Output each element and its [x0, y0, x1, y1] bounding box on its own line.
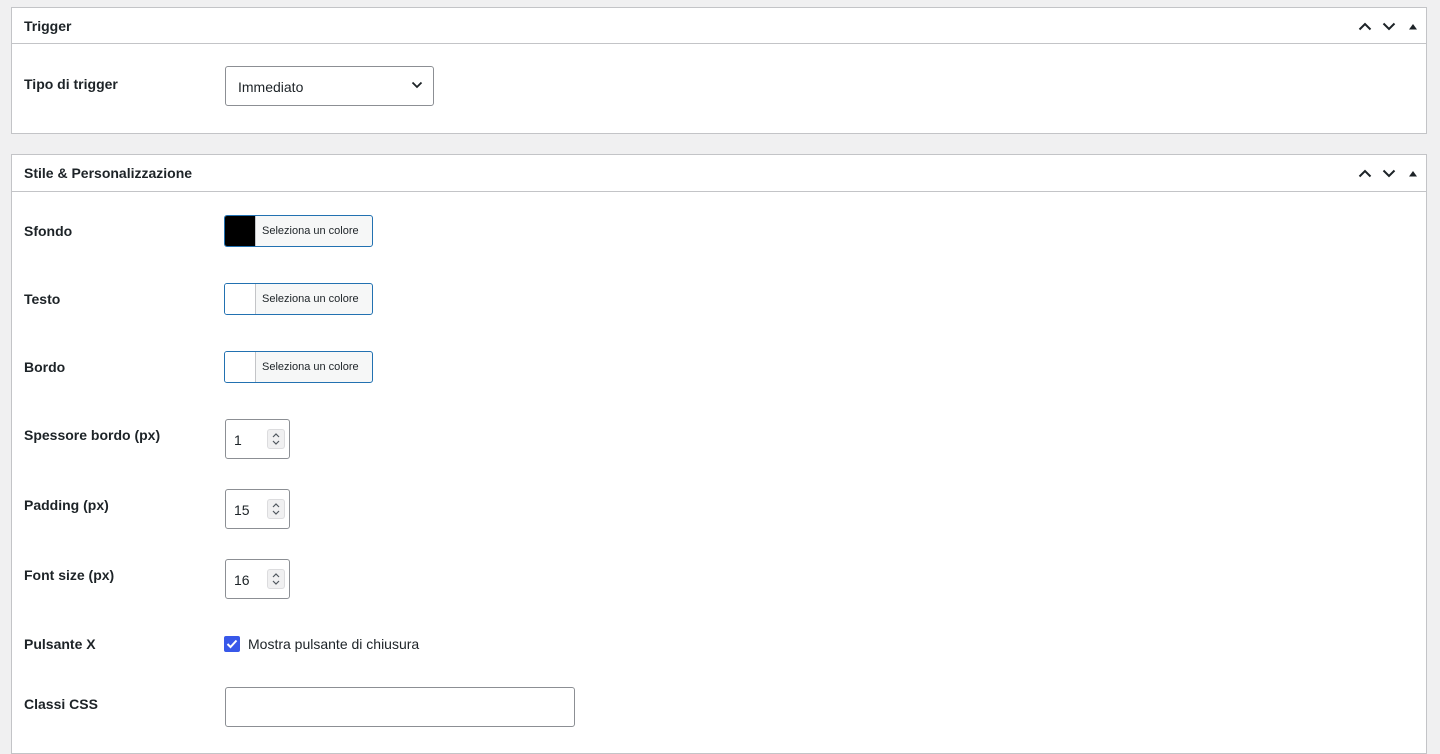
trigger-type-selected-value: Immediato: [238, 79, 304, 95]
background-color-picker-button[interactable]: Seleziona un colore: [224, 215, 373, 247]
spinner-arrows-icon: [272, 433, 280, 445]
css-classes-input[interactable]: [225, 687, 575, 727]
triangle-up-icon: [1409, 170, 1417, 176]
border-width-label: Spessore bordo (px): [24, 427, 161, 443]
triangle-up-icon: [1409, 23, 1417, 29]
close-button-label: Pulsante X: [24, 636, 96, 652]
chevron-up-icon: [1358, 22, 1372, 30]
font-size-label: Font size (px): [24, 567, 115, 583]
padding-label: Padding (px): [24, 497, 109, 513]
color-picker-text: Seleziona un colore: [262, 225, 359, 237]
color-swatch: [225, 216, 256, 246]
postbox-title: Stile & Personalizzazione: [24, 165, 193, 181]
checkmark-icon: [226, 639, 238, 649]
toggle-panel-button[interactable]: [1404, 17, 1422, 35]
move-up-button[interactable]: [1356, 164, 1374, 182]
color-picker-text: Seleziona un colore: [262, 361, 359, 373]
move-down-button[interactable]: [1380, 164, 1398, 182]
postbox-header: Stile & Personalizzazione: [12, 155, 1426, 192]
text-color-label: Testo: [24, 291, 61, 307]
style-postbox: Stile & Personalizzazione Sfondo Selezio…: [11, 154, 1427, 754]
font-size-input[interactable]: 16: [225, 559, 290, 599]
postbox-header: Trigger: [12, 8, 1426, 44]
move-down-button[interactable]: [1380, 17, 1398, 35]
chevron-down-icon: [1382, 169, 1396, 177]
show-close-button-label[interactable]: Mostra pulsante di chiusura: [248, 635, 419, 653]
number-spinner[interactable]: [267, 569, 285, 589]
toggle-panel-button[interactable]: [1404, 164, 1422, 182]
spinner-arrows-icon: [272, 503, 280, 515]
chevron-down-icon: [1382, 22, 1396, 30]
chevron-down-icon: [411, 81, 423, 89]
padding-input[interactable]: 15: [225, 489, 290, 529]
spinner-arrows-icon: [272, 573, 280, 585]
trigger-type-label: Tipo di trigger: [24, 76, 118, 92]
border-color-label: Bordo: [24, 359, 66, 375]
number-spinner[interactable]: [267, 429, 285, 449]
color-swatch: [225, 284, 256, 314]
chevron-up-icon: [1358, 169, 1372, 177]
font-size-value: 16: [234, 572, 250, 588]
postbox-title: Trigger: [24, 18, 72, 34]
padding-value: 15: [234, 502, 250, 518]
trigger-type-select[interactable]: Immediato: [225, 66, 434, 106]
move-up-button[interactable]: [1356, 17, 1374, 35]
color-swatch: [225, 352, 256, 382]
trigger-postbox: Trigger Tipo di trigger Immediato: [11, 7, 1427, 134]
number-spinner[interactable]: [267, 499, 285, 519]
text-color-picker-button[interactable]: Seleziona un colore: [224, 283, 373, 315]
show-close-button-checkbox[interactable]: [224, 636, 240, 652]
border-width-input[interactable]: 1: [225, 419, 290, 459]
background-color-label: Sfondo: [24, 223, 73, 239]
css-classes-label: Classi CSS: [24, 696, 98, 712]
border-width-value: 1: [234, 432, 242, 448]
color-picker-text: Seleziona un colore: [262, 293, 359, 305]
border-color-picker-button[interactable]: Seleziona un colore: [224, 351, 373, 383]
